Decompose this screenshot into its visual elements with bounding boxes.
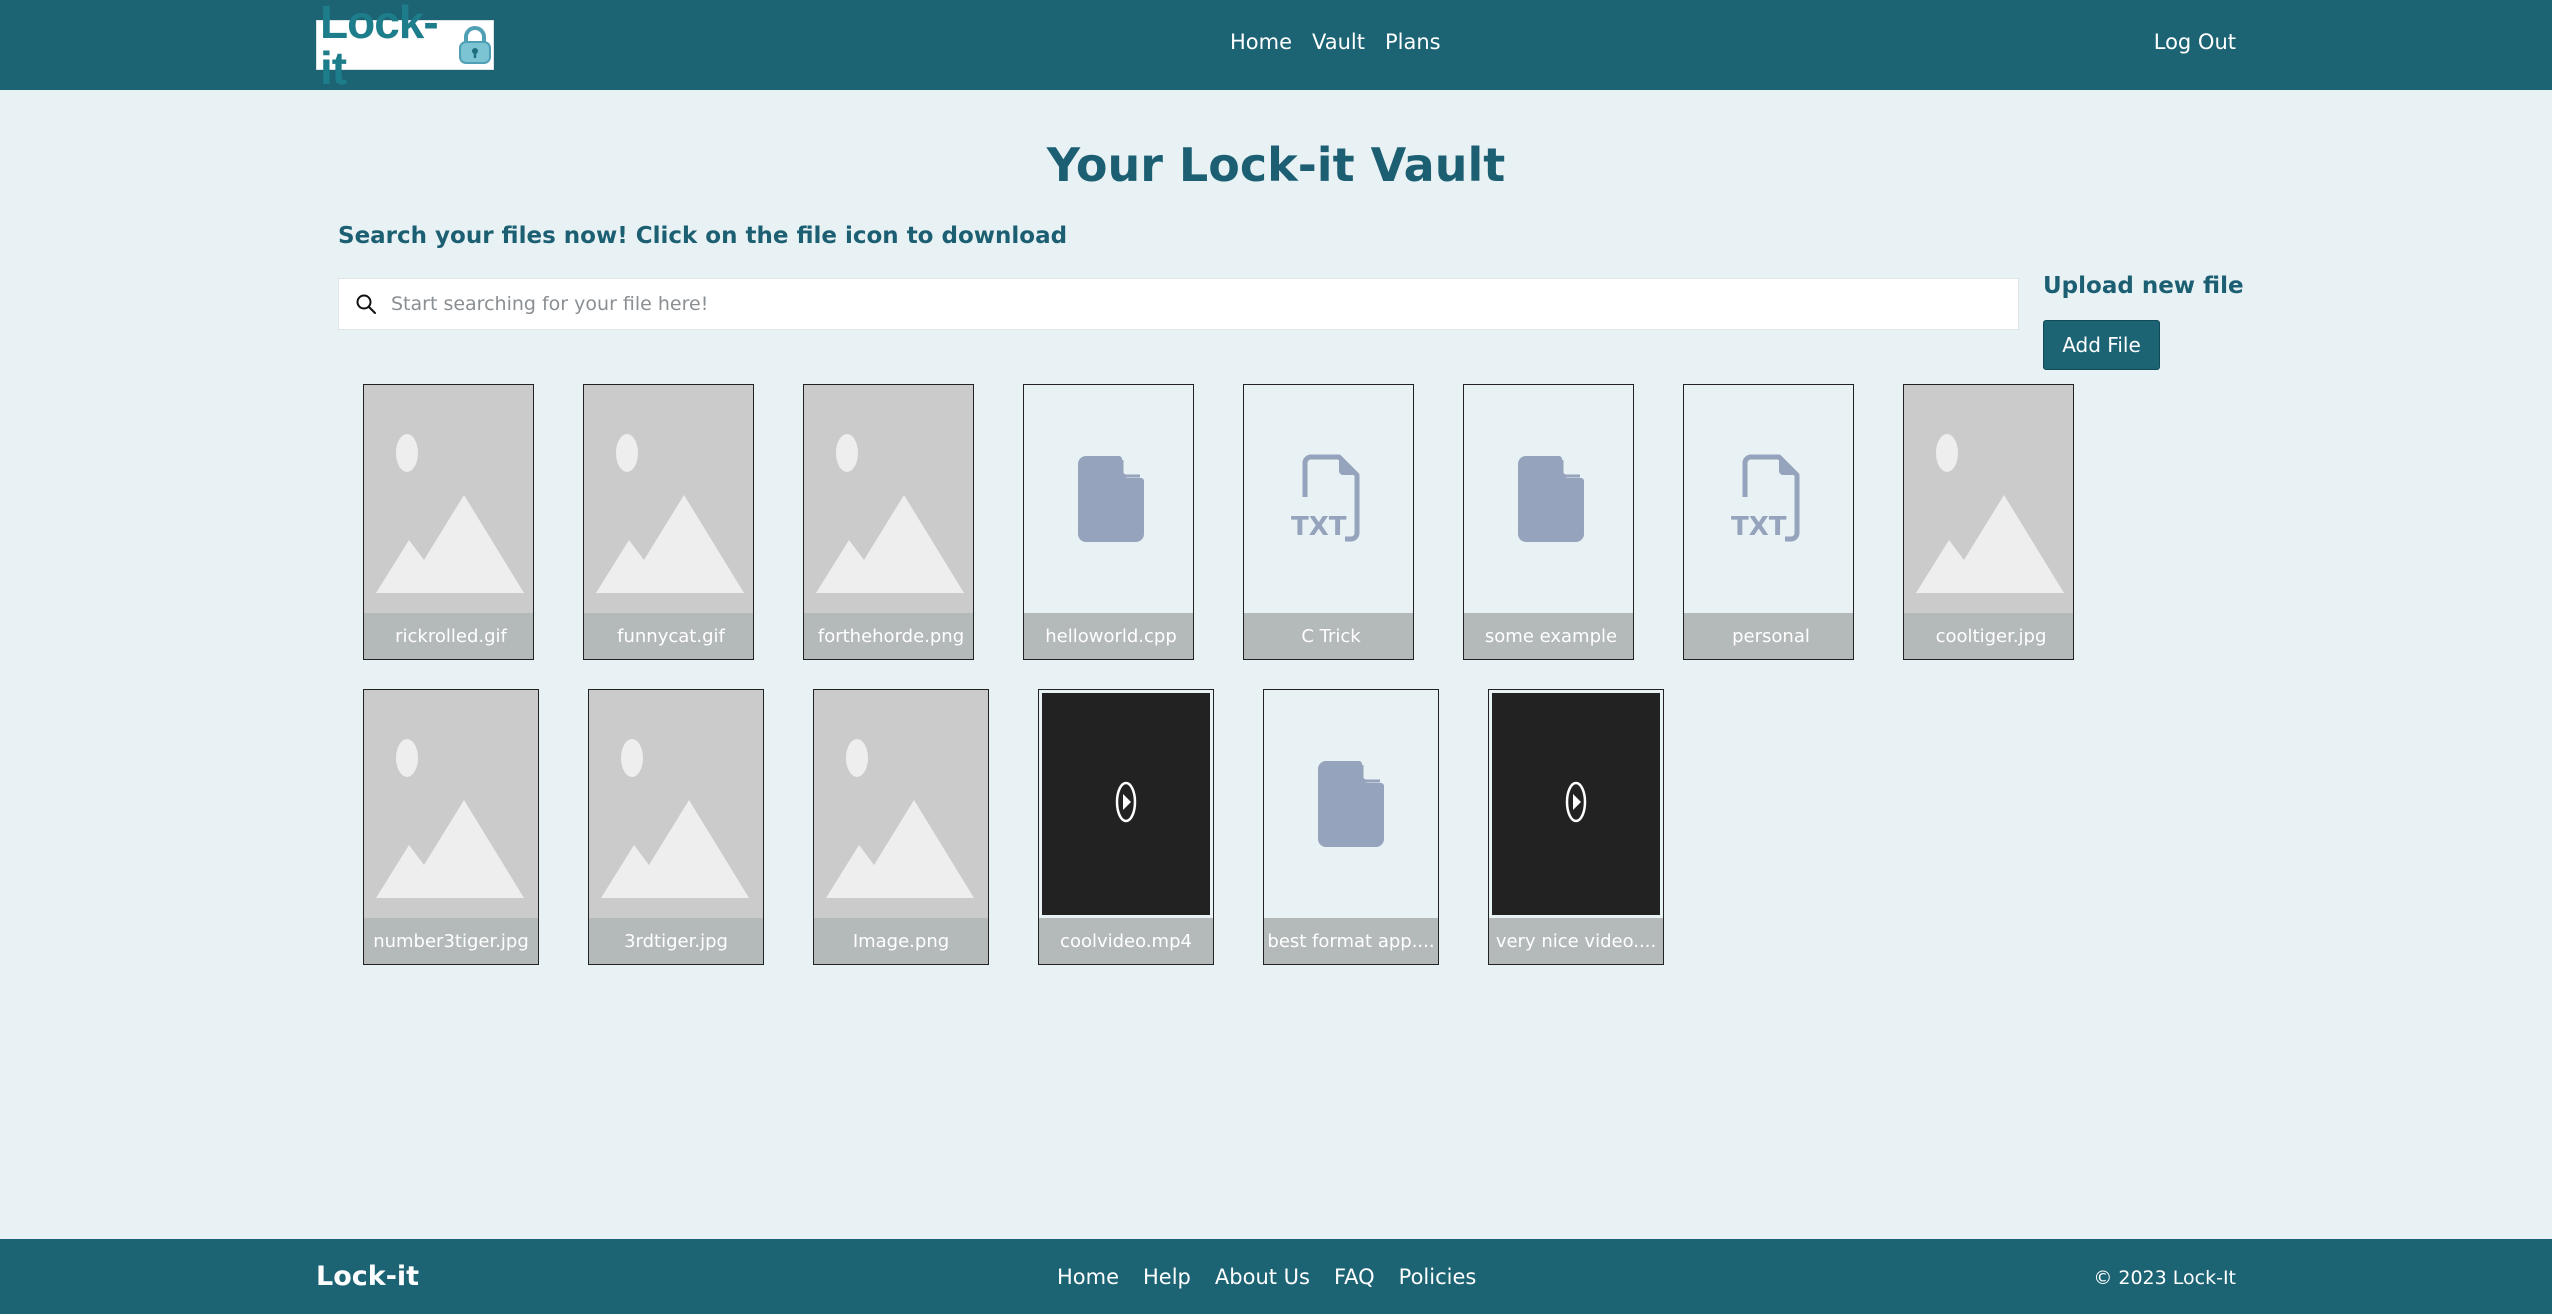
file-card[interactable]: forthehorde.png (803, 384, 974, 660)
padlock-icon (457, 25, 493, 69)
file-row: number3tiger.jpg 3rdtiger.jpg Image.png … (363, 689, 2123, 965)
file-card[interactable]: best format app.... (1263, 689, 1439, 965)
file-name: personal (1684, 613, 1853, 659)
search-heading: Search your files now! Click on the file… (338, 223, 1068, 249)
file-name: 3rdtiger.jpg (589, 918, 763, 964)
file-name: rickrolled.gif (364, 613, 533, 659)
image-placeholder-icon (364, 690, 538, 918)
video-player[interactable] (1042, 693, 1210, 915)
file-card[interactable]: 3rdtiger.jpg (588, 689, 764, 965)
footer-link-faq[interactable]: FAQ (1334, 1265, 1375, 1289)
svg-text:TXT: TXT (1291, 512, 1347, 542)
footer: Lock-it Home Help About Us FAQ Policies … (0, 1239, 2552, 1314)
search-bar[interactable] (338, 278, 2019, 330)
top-navbar: Lock-it Home Vault Plans Log Out (0, 0, 2552, 91)
image-placeholder-icon (589, 690, 763, 918)
file-card[interactable]: some example (1463, 384, 1634, 660)
nav-plans[interactable]: Plans (1385, 30, 1441, 54)
file-name: very nice video.... (1489, 918, 1663, 964)
file-icon (1264, 690, 1438, 918)
file-card[interactable]: rickrolled.gif (363, 384, 534, 660)
main-nav: Home Vault Plans (1230, 30, 1461, 54)
page-title: Your Lock-it Vault (1046, 138, 1506, 192)
file-name: C Trick (1244, 613, 1413, 659)
file-name: best format app.... (1264, 918, 1438, 964)
footer-link-home[interactable]: Home (1057, 1265, 1119, 1289)
search-input[interactable] (391, 293, 2018, 315)
file-name: number3tiger.jpg (364, 918, 538, 964)
nav-home[interactable]: Home (1230, 30, 1292, 54)
image-placeholder-icon (1904, 385, 2073, 613)
file-card[interactable]: TXT C Trick (1243, 384, 1414, 660)
image-placeholder-icon (814, 690, 988, 918)
nav-vault[interactable]: Vault (1312, 30, 1365, 54)
svg-text:TXT: TXT (1731, 512, 1787, 542)
file-card[interactable]: Image.png (813, 689, 989, 965)
upload-heading: Upload new file (2043, 273, 2244, 299)
file-name: funnycat.gif (584, 613, 753, 659)
file-name: Image.png (814, 918, 988, 964)
footer-link-policies[interactable]: Policies (1399, 1265, 1477, 1289)
file-icon (1464, 385, 1633, 613)
file-grid: rickrolled.gif funnycat.gif forthehorde.… (363, 384, 2123, 994)
logo-text: Lock-it (320, 0, 439, 94)
file-row: rickrolled.gif funnycat.gif forthehorde.… (363, 384, 2123, 660)
file-card[interactable]: number3tiger.jpg (363, 689, 539, 965)
image-placeholder-icon (584, 385, 753, 613)
add-file-button[interactable]: Add File (2043, 320, 2160, 370)
file-name: coolvideo.mp4 (1039, 918, 1213, 964)
footer-brand[interactable]: Lock-it (316, 1261, 419, 1292)
file-card[interactable]: very nice video.... (1488, 689, 1664, 965)
video-player[interactable] (1492, 693, 1660, 915)
search-icon (355, 293, 377, 315)
footer-nav: Home Help About Us FAQ Policies (1057, 1265, 1500, 1289)
copyright-text: © 2023 Lock-It (2093, 1267, 2236, 1289)
footer-link-help[interactable]: Help (1143, 1265, 1191, 1289)
file-card[interactable]: cooltiger.jpg (1903, 384, 2074, 660)
image-placeholder-icon (804, 385, 973, 613)
logo[interactable]: Lock-it (316, 0, 494, 91)
file-name: forthehorde.png (804, 613, 973, 659)
txt-file-icon: TXT (1684, 385, 1853, 613)
logout-link[interactable]: Log Out (2154, 30, 2236, 54)
file-card[interactable]: helloworld.cpp (1023, 384, 1194, 660)
file-card[interactable]: funnycat.gif (583, 384, 754, 660)
play-icon[interactable] (1565, 781, 1587, 827)
file-card[interactable]: TXT personal (1683, 384, 1854, 660)
file-name: cooltiger.jpg (1904, 613, 2073, 659)
txt-file-icon: TXT (1244, 385, 1413, 613)
file-icon (1024, 385, 1193, 613)
footer-link-about-us[interactable]: About Us (1215, 1265, 1310, 1289)
file-name: helloworld.cpp (1024, 613, 1193, 659)
image-placeholder-icon (364, 385, 533, 613)
file-name: some example (1464, 613, 1633, 659)
file-card[interactable]: coolvideo.mp4 (1038, 689, 1214, 965)
play-icon[interactable] (1115, 781, 1137, 827)
